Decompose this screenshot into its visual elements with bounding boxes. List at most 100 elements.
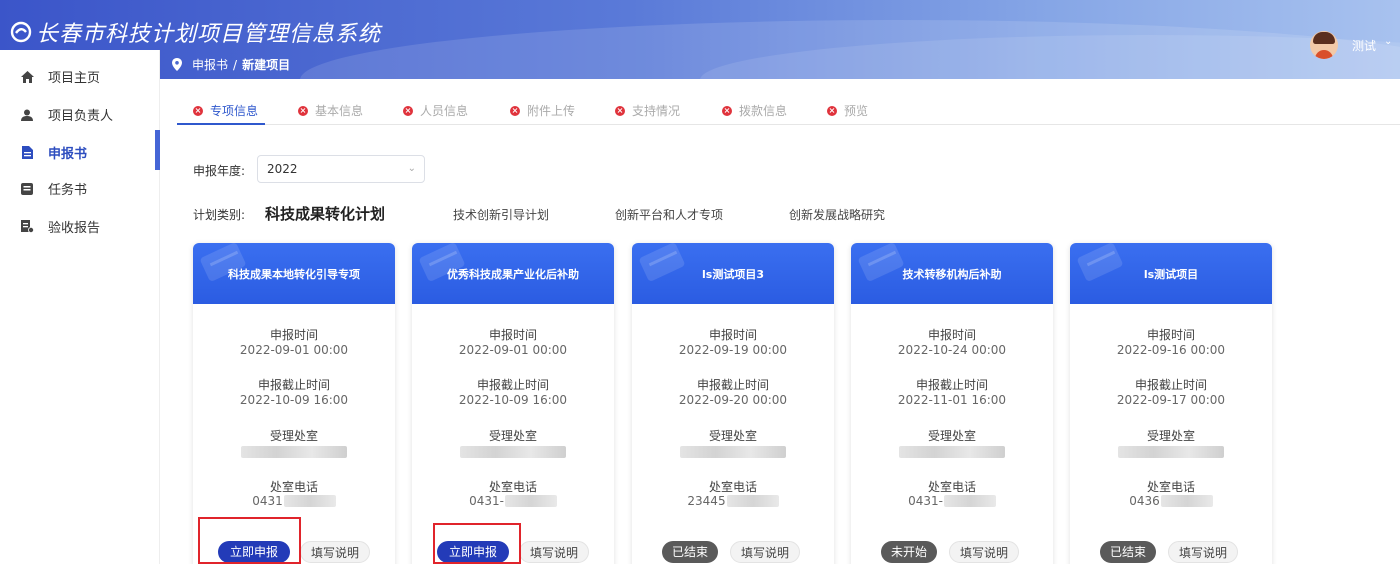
deadline-label: 申报截止时间 — [696, 378, 769, 392]
tab-support-status[interactable]: × 支持情况 — [615, 102, 680, 119]
office-label: 受理处室 — [488, 429, 537, 443]
phone-prefix: 0431 — [252, 494, 283, 508]
card-title: 优秀科技成果产业化后补助 — [447, 267, 579, 281]
document-icon — [20, 146, 34, 160]
chevron-down-icon: ⌄ — [407, 163, 416, 174]
phone-prefix: 0431- — [469, 494, 504, 508]
category-tech-transfer[interactable]: 科技成果转化计划 — [265, 203, 385, 224]
apply-time-label: 申报时间 — [269, 328, 318, 342]
phone-value: 0436 — [1070, 494, 1272, 508]
sidebar-active-indicator — [155, 130, 160, 170]
tab-funding-info[interactable]: × 拨款信息 — [722, 102, 787, 119]
sidebar-item-label: 验收报告 — [48, 221, 101, 236]
fill-guide-button[interactable]: 填写说明 — [949, 541, 1019, 563]
category-innovation-guide[interactable]: 技术创新引导计划 — [453, 206, 549, 223]
breadcrumb-current: 新建项目 — [242, 58, 291, 72]
office-value-redacted — [460, 446, 566, 458]
error-icon: × — [403, 105, 413, 116]
office-label: 受理处室 — [708, 429, 757, 443]
phone-redacted — [504, 495, 557, 507]
deadline-label: 申报截止时间 — [1134, 378, 1207, 392]
phone-value: 0431- — [851, 494, 1053, 508]
sidebar-item-acceptance-report[interactable]: 验收报告 — [20, 217, 100, 236]
apply-time-label: 申报时间 — [708, 328, 757, 342]
tab-basic-info[interactable]: × 基本信息 — [298, 102, 363, 119]
sidebar-item-project-leader[interactable]: 项目负责人 — [20, 105, 113, 124]
phone-redacted — [283, 495, 336, 507]
tab-label: 基本信息 — [315, 104, 364, 118]
document-watermark-icon — [638, 243, 686, 283]
tab-attachment-upload[interactable]: × 附件上传 — [510, 102, 575, 119]
card-title: 科技成果本地转化引导专项 — [228, 267, 360, 281]
fill-guide-button[interactable]: 填写说明 — [1168, 541, 1238, 563]
sidebar-item-label: 项目负责人 — [48, 109, 114, 124]
phone-value: 0431 — [193, 494, 395, 508]
error-icon: × — [827, 105, 837, 116]
phone-label: 处室电话 — [927, 480, 976, 494]
apply-time-label: 申报时间 — [488, 328, 537, 342]
chevron-down-icon[interactable]: ⌄ — [1384, 36, 1392, 47]
tab-label: 人员信息 — [420, 104, 469, 118]
phone-value: 0431- — [412, 494, 614, 508]
tab-label: 附件上传 — [527, 104, 576, 118]
category-platform-talent[interactable]: 创新平台和人才专项 — [615, 206, 723, 223]
document-watermark-icon — [1076, 243, 1124, 283]
user-icon — [20, 108, 34, 122]
sidebar-item-application[interactable]: 申报书 — [20, 143, 87, 162]
sidebar-item-label: 项目主页 — [48, 71, 101, 86]
card-title: ls测试项目3 — [702, 267, 764, 281]
deadline-label: 申报截止时间 — [476, 378, 549, 392]
card-header: 技术转移机构后补助 — [851, 243, 1053, 304]
deadline-value: 2022-11-01 16:00 — [897, 393, 1007, 407]
location-pin-icon — [172, 58, 182, 71]
status-ended-button: 已结束 — [1100, 541, 1156, 563]
error-icon: × — [298, 105, 308, 116]
sidebar: 项目主页 项目负责人 申报书 任务书 验收报告 — [0, 50, 160, 564]
apply-time-value: 2022-09-01 00:00 — [458, 343, 568, 357]
fill-guide-button[interactable]: 填写说明 — [300, 541, 370, 563]
category-label: 计划类别: — [193, 208, 246, 222]
project-card: ls测试项目3 申报时间 2022-09-19 00:00 申报截止时间 202… — [632, 243, 834, 564]
apply-time-label: 申报时间 — [927, 328, 976, 342]
highlight-box — [198, 517, 301, 564]
phone-redacted — [726, 495, 779, 507]
app-title: 长春市科技计划项目管理信息系统 — [36, 22, 382, 47]
avatar-hair — [1313, 32, 1335, 44]
step-tabs: × 专项信息 × 基本信息 × 人员信息 × 附件上传 × 支持情况 × 拨款信息 × 预览 — [177, 96, 1400, 125]
breadcrumb-item[interactable]: 申报书 — [192, 56, 228, 73]
card-header: ls测试项目 — [1070, 243, 1272, 304]
tab-special-info[interactable]: × 专项信息 — [193, 102, 258, 119]
card-title: ls测试项目 — [1143, 267, 1199, 281]
category-strategy-research[interactable]: 创新发展战略研究 — [789, 206, 885, 223]
phone-value: 23445 — [632, 494, 834, 508]
year-select[interactable]: 2022 ⌄ — [257, 155, 425, 183]
status-not-started-button: 未开始 — [881, 541, 937, 563]
project-card: 优秀科技成果产业化后补助 申报时间 2022-09-01 00:00 申报截止时… — [412, 243, 614, 564]
document-watermark-icon — [857, 243, 905, 283]
phone-label: 处室电话 — [1146, 480, 1195, 494]
sidebar-item-home[interactable]: 项目主页 — [20, 67, 100, 86]
report-icon — [20, 220, 34, 234]
highlight-box — [433, 523, 521, 564]
apply-time-label: 申报时间 — [1146, 328, 1195, 342]
project-card: ls测试项目 申报时间 2022-09-16 00:00 申报截止时间 2022… — [1070, 243, 1272, 564]
tab-preview[interactable]: × 预览 — [827, 102, 868, 119]
sidebar-item-task[interactable]: 任务书 — [20, 179, 87, 198]
sidebar-item-label: 申报书 — [48, 147, 88, 162]
phone-label: 处室电话 — [269, 480, 318, 494]
fill-guide-button[interactable]: 填写说明 — [519, 541, 589, 563]
card-header: ls测试项目3 — [632, 243, 834, 304]
fill-guide-button[interactable]: 填写说明 — [730, 541, 800, 563]
breadcrumb-separator: / — [233, 57, 238, 72]
status-ended-button: 已结束 — [662, 541, 718, 563]
top-header: 长春市科技计划项目管理信息系统 测试 ⌄ 申报书 / 新建项目 — [0, 0, 1400, 79]
tab-label: 预览 — [844, 104, 869, 118]
office-value-redacted — [1118, 446, 1224, 458]
office-value-redacted — [241, 446, 347, 458]
tab-personnel-info[interactable]: × 人员信息 — [403, 102, 468, 119]
phone-redacted — [1160, 495, 1213, 507]
year-label: 申报年度: — [193, 164, 246, 178]
apply-time-value: 2022-09-19 00:00 — [678, 343, 788, 357]
deadline-value: 2022-09-20 00:00 — [678, 393, 788, 407]
project-card: 技术转移机构后补助 申报时间 2022-10-24 00:00 申报截止时间 2… — [851, 243, 1053, 564]
